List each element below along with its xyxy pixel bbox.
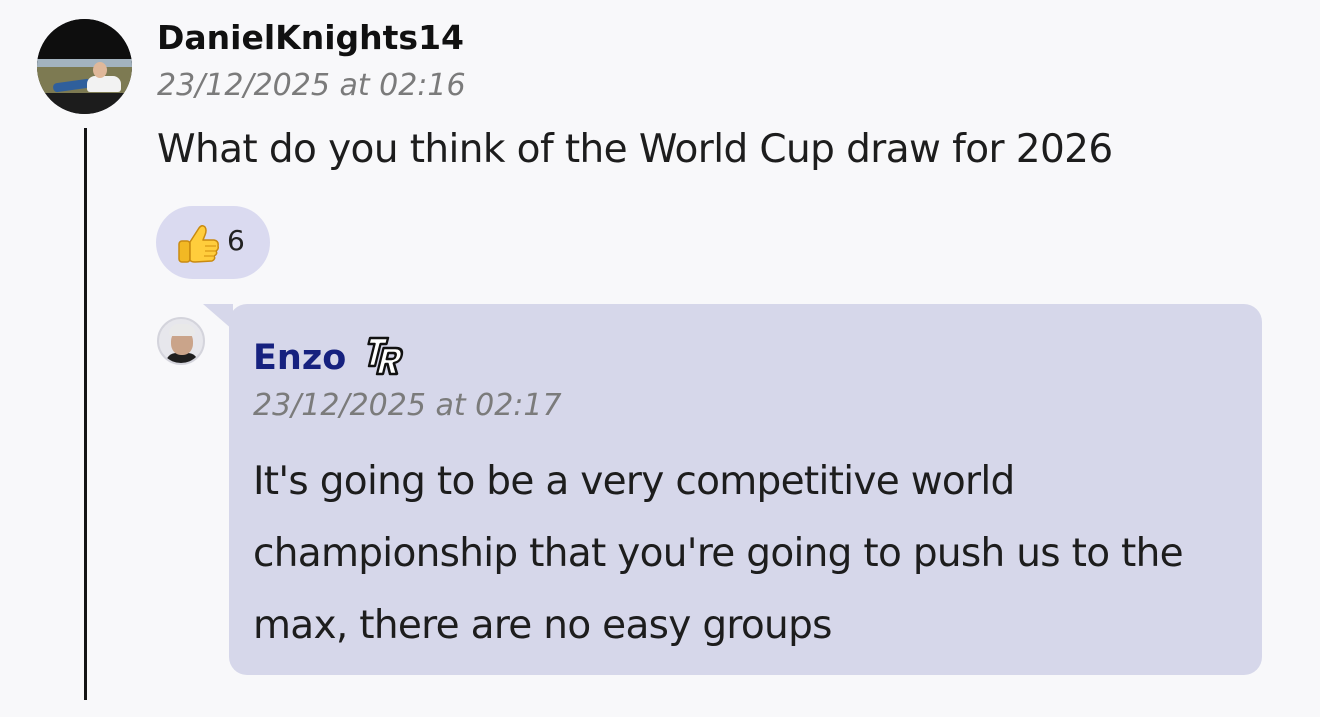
thread-line [84,128,87,700]
reply-author-name[interactable]: Enzo [253,338,346,378]
thumbs-up-icon [178,224,219,263]
reaction-count: 6 [227,224,245,257]
reply-avatar[interactable] [157,317,205,365]
post-author-name[interactable]: DanielKnights14 [157,18,464,57]
reaction-button[interactable]: 6 [156,206,270,279]
post-timestamp: 23/12/2025 at 02:16 [157,68,466,103]
reply-timestamp: 23/12/2025 at 02:17 [253,388,562,423]
avatar[interactable] [37,19,132,114]
comment-thread: DanielKnights14 23/12/2025 at 02:16 What… [0,0,1320,717]
tr-badge-icon [367,336,404,376]
reply-text: It's going to be a very competitive worl… [253,459,1184,648]
post-text: What do you think of the World Cup draw … [157,127,1113,172]
